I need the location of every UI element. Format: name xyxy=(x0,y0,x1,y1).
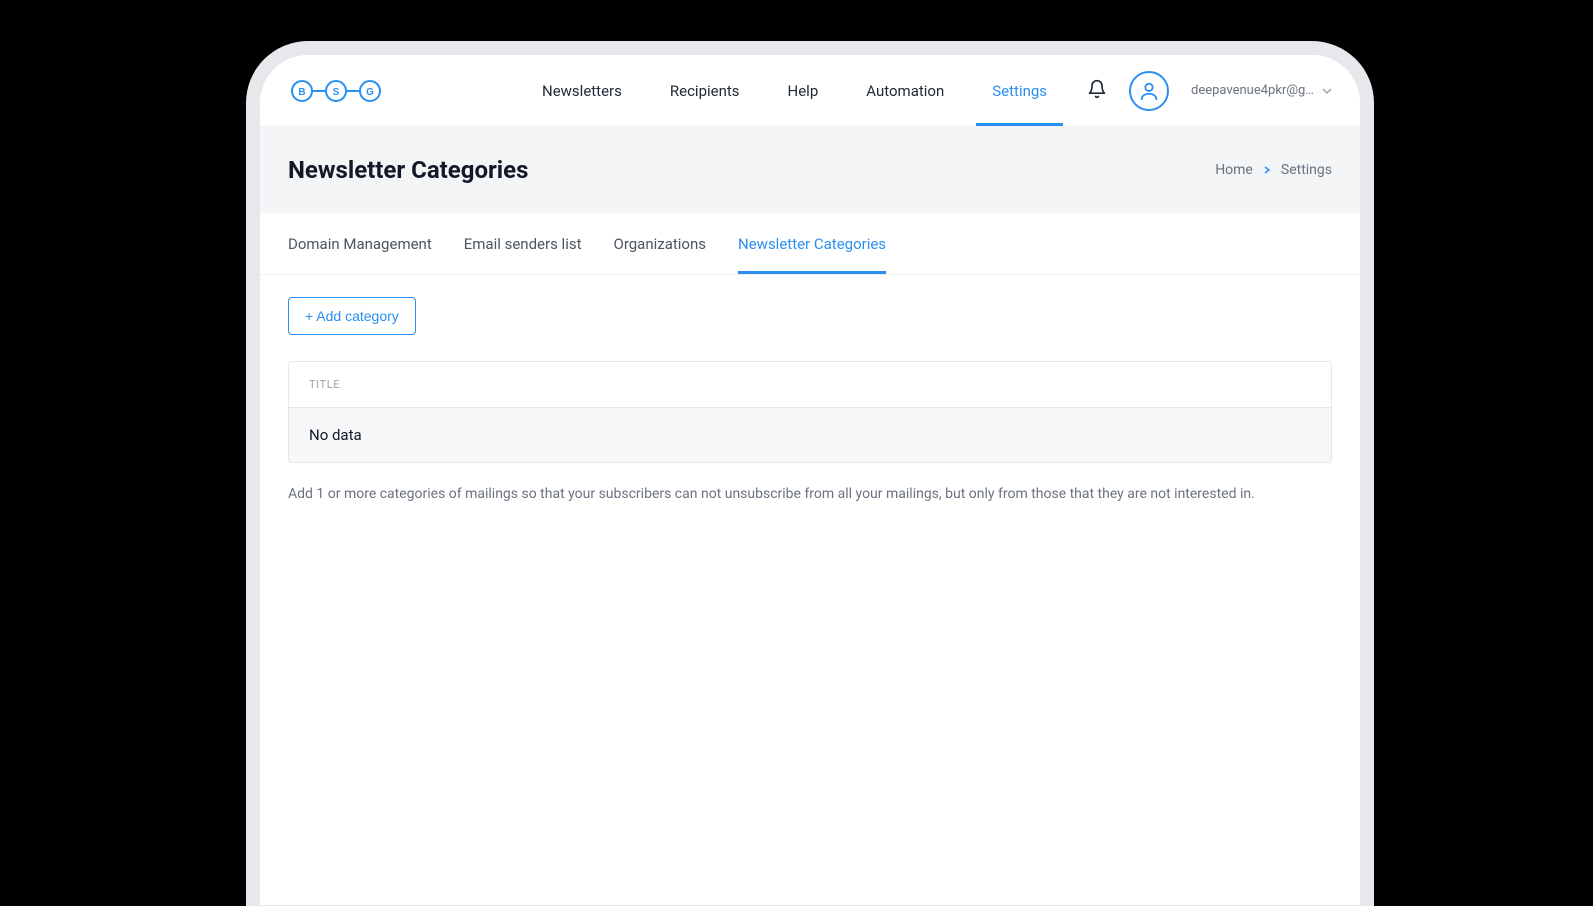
categories-table: TITLE No data xyxy=(288,361,1332,463)
settings-subtabs: Domain Management Email senders list Org… xyxy=(260,213,1360,275)
logo-letter: B xyxy=(298,87,305,98)
chevron-right-icon xyxy=(1263,163,1271,177)
nav-recipients[interactable]: Recipients xyxy=(646,55,764,126)
logo[interactable]: B S G xyxy=(288,77,388,105)
app-viewport: B S G Newsletters Recipients Help Automa… xyxy=(260,55,1360,905)
logo-letter: S xyxy=(333,87,340,98)
table-empty-row: No data xyxy=(289,408,1331,462)
caret-down-icon xyxy=(1322,81,1332,100)
table-header-title: TITLE xyxy=(289,362,1331,408)
device-side-button xyxy=(252,390,258,460)
nav-help[interactable]: Help xyxy=(764,55,843,126)
logo-letter: G xyxy=(366,87,374,98)
tab-organizations[interactable]: Organizations xyxy=(614,215,707,273)
main-nav: Newsletters Recipients Help Automation S… xyxy=(518,55,1071,126)
add-category-button[interactable]: + Add category xyxy=(288,297,416,335)
nav-settings[interactable]: Settings xyxy=(968,55,1071,126)
breadcrumb-home[interactable]: Home xyxy=(1215,162,1253,178)
nav-automation[interactable]: Automation xyxy=(842,55,968,126)
topbar-right: deepavenue4pkr@g… xyxy=(1087,71,1332,111)
avatar[interactable] xyxy=(1129,71,1169,111)
breadcrumb: Home Settings xyxy=(1215,162,1332,178)
device-side-button xyxy=(252,220,258,270)
tab-email-senders-list[interactable]: Email senders list xyxy=(464,215,582,273)
page-header: Newsletter Categories Home Settings xyxy=(260,127,1360,213)
user-email: deepavenue4pkr@g… xyxy=(1191,83,1314,98)
user-menu[interactable]: deepavenue4pkr@g… xyxy=(1191,81,1332,100)
content-area: + Add category TITLE No data Add 1 or mo… xyxy=(260,275,1360,527)
top-navbar: B S G Newsletters Recipients Help Automa… xyxy=(260,55,1360,127)
tab-newsletter-categories[interactable]: Newsletter Categories xyxy=(738,215,886,273)
avatar-icon xyxy=(1138,80,1160,102)
breadcrumb-current[interactable]: Settings xyxy=(1281,162,1332,178)
page-title: Newsletter Categories xyxy=(288,156,528,184)
nav-newsletters[interactable]: Newsletters xyxy=(518,55,646,126)
device-side-button xyxy=(252,300,258,370)
help-text: Add 1 or more categories of mailings so … xyxy=(288,485,1332,505)
notifications-icon[interactable] xyxy=(1087,79,1107,103)
tab-domain-management[interactable]: Domain Management xyxy=(288,215,432,273)
